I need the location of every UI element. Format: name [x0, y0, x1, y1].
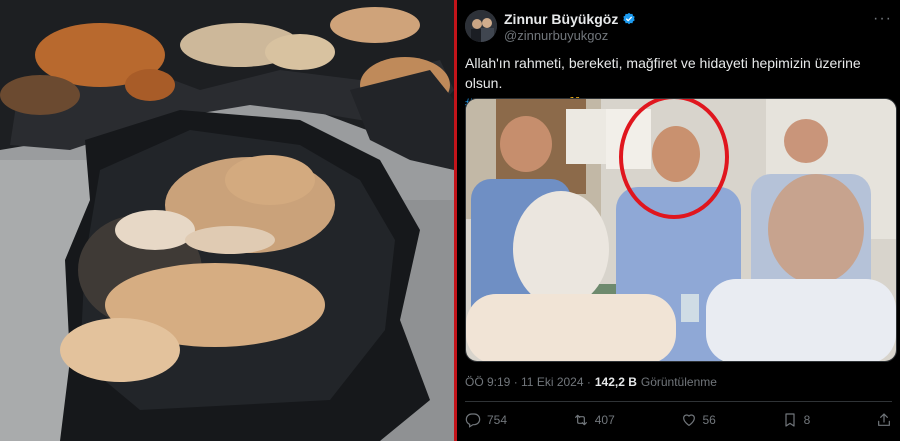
- like-icon: [682, 414, 695, 426]
- tweet-card: Zinnur Büyükgöz @zinnurbuyukgoz ··· Alla…: [457, 0, 900, 441]
- dogs-photo-illustration: [0, 0, 454, 441]
- action-bar: 754 407 56 8: [465, 410, 892, 430]
- reply-button[interactable]: 754: [465, 412, 507, 428]
- more-icon[interactable]: ···: [873, 10, 892, 28]
- like-button[interactable]: 56: [681, 412, 716, 428]
- reply-count: 754: [487, 413, 508, 427]
- reply-icon: [465, 413, 481, 428]
- tweet-body: Allah'ın rahmeti, bereketi, mağfiret ve …: [465, 55, 861, 91]
- bookmark-button[interactable]: 8: [782, 412, 811, 428]
- bookmark-icon: [784, 413, 795, 427]
- separator: [465, 401, 892, 402]
- author-row: Zinnur Büyükgöz: [504, 11, 636, 27]
- tweet-time[interactable]: ÖÖ 9:19 · 11 Eki 2024 ·: [465, 375, 591, 389]
- author-handle[interactable]: @zinnurbuyukgoz: [504, 28, 608, 43]
- dogs-photo: [0, 0, 454, 441]
- views-label: Görüntülenme: [640, 375, 717, 389]
- like-count: 56: [702, 413, 716, 427]
- share-icon: [878, 413, 890, 426]
- repost-button[interactable]: 407: [573, 412, 615, 428]
- verified-badge-icon: [623, 12, 635, 25]
- repost-count: 407: [594, 413, 615, 427]
- avatar[interactable]: [465, 10, 497, 42]
- views-count: 142,2 B: [594, 375, 637, 389]
- media-photo-illustration: [466, 99, 896, 361]
- bookmark-count: 8: [803, 413, 811, 427]
- repost-icon: [574, 414, 587, 426]
- tweet-meta: ÖÖ 9:19 · 11 Eki 2024 · 142,2 B Görüntül…: [465, 375, 717, 389]
- author-name[interactable]: Zinnur Büyükgöz: [504, 11, 618, 27]
- tweet-media[interactable]: [465, 98, 897, 362]
- share-button[interactable]: [876, 412, 892, 428]
